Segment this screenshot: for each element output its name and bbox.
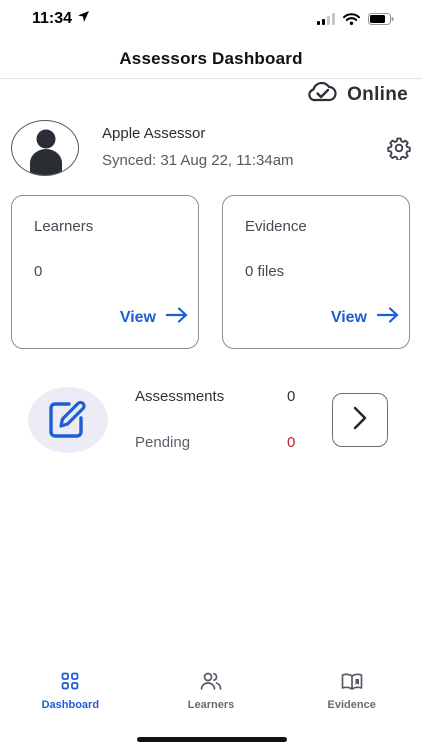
sync-status: Synced: 31 Aug 22, 11:34am (102, 152, 294, 169)
wifi-icon (343, 12, 360, 30)
evidence-card: Evidence 0 files View (222, 195, 410, 349)
evidence-files-count: 0 files (245, 263, 285, 280)
tab-dashboard-label: Dashboard (41, 699, 100, 711)
learners-view-button[interactable]: View (120, 307, 188, 328)
cloud-check-icon (307, 81, 337, 107)
signal-icon (317, 12, 335, 30)
arrow-right-icon (376, 307, 399, 328)
book-icon (341, 672, 363, 695)
profile-name: Apple Assessor (102, 125, 206, 142)
bottom-tab-bar: Dashboard Learners Evidence (0, 672, 422, 720)
page-title: Assessors Dashboard (119, 49, 303, 68)
status-time: 11:34 (32, 10, 73, 27)
status-icons (317, 12, 394, 30)
grid-icon (61, 672, 79, 695)
evidence-view-button[interactable]: View (331, 307, 399, 328)
assessments-label: Assessments (135, 388, 225, 405)
tab-learners-label: Learners (187, 699, 235, 711)
tab-evidence[interactable]: Evidence (281, 672, 422, 720)
battery-icon (368, 12, 394, 30)
assessment-edit-icon (28, 387, 108, 453)
learners-card-title: Learners (34, 218, 94, 235)
avatar (11, 120, 79, 176)
assessments-summary: Assessments 0 Pending 0 (28, 385, 398, 457)
pending-label: Pending (135, 434, 191, 451)
location-arrow-icon (77, 10, 90, 28)
assessments-count: 0 (287, 388, 296, 405)
home-indicator (137, 737, 287, 742)
nav-bar: Assessors Dashboard (0, 40, 422, 79)
learners-card: Learners 0 View (11, 195, 199, 349)
arrow-right-icon (165, 307, 188, 328)
status-bar: 11:34 (0, 0, 422, 40)
profile-row: Apple Assessor Synced: 31 Aug 22, 11:34a… (11, 120, 411, 176)
learners-view-label: View (119, 308, 156, 326)
evidence-card-title: Evidence (245, 218, 307, 235)
pending-count: 0 (287, 434, 296, 451)
learners-count: 0 (34, 263, 43, 280)
gear-icon[interactable] (387, 136, 411, 161)
user-silhouette-icon (30, 129, 62, 175)
chevron-right-icon (351, 406, 369, 435)
assessments-open-button[interactable] (332, 393, 388, 447)
connection-label: Online (347, 83, 408, 105)
tab-dashboard[interactable]: Dashboard (0, 672, 141, 720)
status-time-group: 11:34 (32, 10, 90, 28)
tab-learners[interactable]: Learners (141, 672, 282, 720)
users-icon (200, 672, 222, 695)
evidence-view-label: View (330, 308, 367, 326)
tab-evidence-label: Evidence (327, 699, 376, 711)
connection-status: Online (307, 81, 408, 107)
